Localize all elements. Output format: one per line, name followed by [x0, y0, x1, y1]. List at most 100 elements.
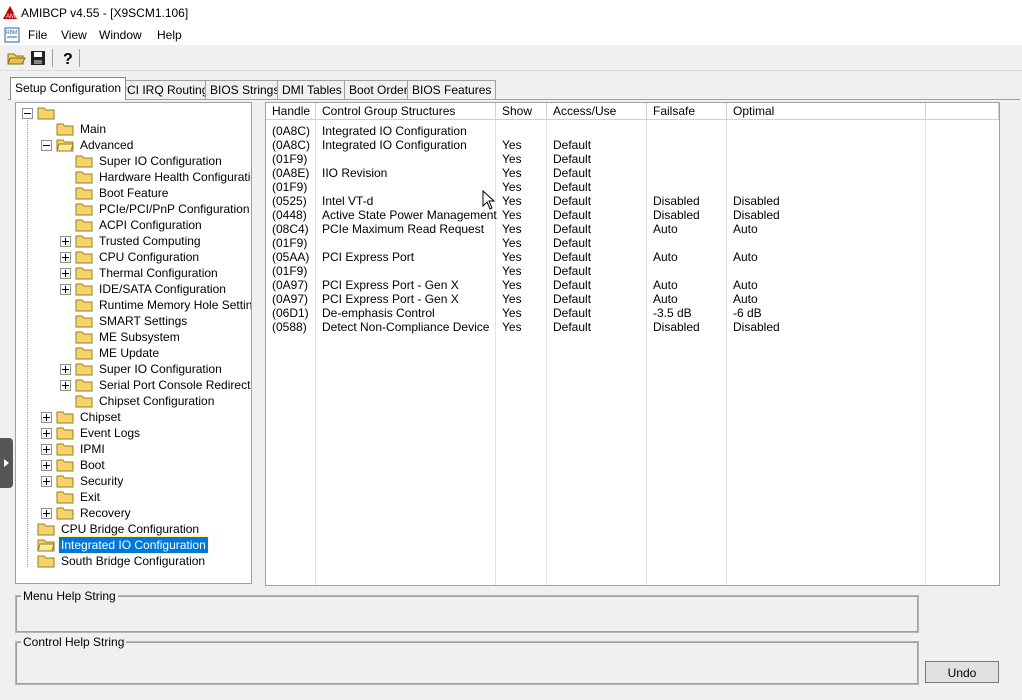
tree-item-event-logs[interactable]: Event Logs	[16, 425, 251, 441]
table-cell[interactable]: (0A97)	[272, 292, 308, 306]
table-cell[interactable]: Disabled	[733, 208, 780, 222]
expand-icon[interactable]	[60, 268, 71, 279]
help-icon[interactable]: ?	[57, 48, 77, 68]
column-header-failsafe[interactable]: Failsafe	[647, 103, 727, 120]
tree-item-recovery[interactable]: Recovery	[16, 505, 251, 521]
table-cell[interactable]: Default	[553, 194, 591, 208]
table-cell[interactable]: PCI Express Port	[322, 250, 414, 264]
table-cell[interactable]: Yes	[502, 222, 522, 236]
expand-icon[interactable]	[41, 460, 52, 471]
tree-item-advanced[interactable]: Advanced	[16, 137, 251, 153]
tree-item-trusted-computing[interactable]: Trusted Computing	[16, 233, 251, 249]
tree-item-security[interactable]: Security	[16, 473, 251, 489]
table-cell[interactable]: Intel VT-d	[322, 194, 373, 208]
table-cell[interactable]: Auto	[733, 278, 758, 292]
table-cell[interactable]: Integrated IO Configuration	[322, 138, 467, 152]
table-cell[interactable]: Auto	[653, 278, 678, 292]
table-cell[interactable]: Default	[553, 138, 591, 152]
table-cell[interactable]: Yes	[502, 180, 522, 194]
menu-window[interactable]: Window	[99, 28, 142, 42]
table-cell[interactable]: Yes	[502, 152, 522, 166]
table-cell[interactable]: (06D1)	[272, 306, 309, 320]
tree-item-cpu-bridge-configuration[interactable]: CPU Bridge Configuration	[16, 521, 251, 537]
table-cell[interactable]: Default	[553, 292, 591, 306]
menu-view[interactable]: View	[61, 28, 87, 42]
expand-icon[interactable]	[60, 236, 71, 247]
table-cell[interactable]: (08C4)	[272, 222, 309, 236]
table-cell[interactable]: Disabled	[733, 194, 780, 208]
table-cell[interactable]: Default	[553, 208, 591, 222]
tree-item-serial-port-console-redirection[interactable]: Serial Port Console Redirection	[16, 377, 251, 393]
table-cell[interactable]: (0A8E)	[272, 166, 309, 180]
tree-item-smart-settings[interactable]: SMART Settings	[16, 313, 251, 329]
tree-item-main[interactable]: Main	[16, 121, 251, 137]
tree-item-pcie-pci-pnp-configuration[interactable]: PCIe/PCI/PnP Configuration	[16, 201, 251, 217]
table-cell[interactable]: (0588)	[272, 320, 307, 334]
tree-item-thermal-configuration[interactable]: Thermal Configuration	[16, 265, 251, 281]
table-cell[interactable]: Disabled	[653, 320, 700, 334]
table-cell[interactable]: Default	[553, 180, 591, 194]
column-header-show[interactable]: Show	[496, 103, 547, 120]
table-cell[interactable]: Yes	[502, 208, 522, 222]
tab-pci-irq-routing[interactable]: PCI IRQ Routing	[114, 80, 214, 99]
table-cell[interactable]: (0A97)	[272, 278, 308, 292]
table-cell[interactable]: Default	[553, 236, 591, 250]
table-cell[interactable]: (01F9)	[272, 236, 307, 250]
table-cell[interactable]: Yes	[502, 166, 522, 180]
tree-item-south-bridge-configuration[interactable]: South Bridge Configuration	[16, 553, 251, 569]
tree-item-ide-sata-configuration[interactable]: IDE/SATA Configuration	[16, 281, 251, 297]
table-cell[interactable]: Default	[553, 264, 591, 278]
undo-button[interactable]: Undo	[925, 661, 999, 683]
tab-bios-strings[interactable]: BIOS Strings	[205, 80, 285, 99]
tree-item-chipset[interactable]: Chipset	[16, 409, 251, 425]
tree-item-super-io-configuration[interactable]: Super IO Configuration	[16, 361, 251, 377]
tree-item-acpi-configuration[interactable]: ACPI Configuration	[16, 217, 251, 233]
table-cell[interactable]: (0A8C)	[272, 138, 310, 152]
table-cell[interactable]: Yes	[502, 292, 522, 306]
table-cell[interactable]: Disabled	[653, 208, 700, 222]
save-icon[interactable]	[28, 48, 48, 68]
table-cell[interactable]: (0A8C)	[272, 124, 310, 138]
table-cell[interactable]: Default	[553, 278, 591, 292]
tree-item-integrated-io-configuration[interactable]: Integrated IO Configuration	[16, 536, 251, 554]
table-cell[interactable]: Default	[553, 320, 591, 334]
tree-item-root[interactable]	[16, 105, 251, 121]
document-icon[interactable]: RBM	[4, 27, 20, 43]
expand-icon[interactable]	[41, 508, 52, 519]
table-cell[interactable]: Yes	[502, 236, 522, 250]
table-cell[interactable]: Auto	[733, 222, 758, 236]
table-cell[interactable]: Disabled	[733, 320, 780, 334]
tab-bios-features[interactable]: BIOS Features	[407, 80, 497, 99]
expand-icon[interactable]	[41, 428, 52, 439]
tree-item-me-subsystem[interactable]: ME Subsystem	[16, 329, 251, 345]
expand-icon[interactable]	[41, 444, 52, 455]
table-cell[interactable]: Yes	[502, 278, 522, 292]
table-cell[interactable]: Auto	[653, 292, 678, 306]
collapse-icon[interactable]	[22, 108, 33, 119]
table-cell[interactable]: Active State Power Management	[322, 208, 497, 222]
tree-item-exit[interactable]: Exit	[16, 489, 251, 505]
table-cell[interactable]: Detect Non-Compliance Device	[322, 320, 489, 334]
tree-item-me-update[interactable]: ME Update	[16, 345, 251, 361]
tree-item-super-io-configuration[interactable]: Super IO Configuration	[16, 153, 251, 169]
tab-boot-order[interactable]: Boot Order	[344, 80, 413, 99]
column-header-handle[interactable]: Handle	[266, 103, 316, 120]
tree-item-ipmi[interactable]: IPMI	[16, 441, 251, 457]
tree-item-chipset-configuration[interactable]: Chipset Configuration	[16, 393, 251, 409]
table-cell[interactable]: Default	[553, 250, 591, 264]
table-cell[interactable]: Default	[553, 222, 591, 236]
tab-setup-configuration[interactable]: Setup Configuration	[10, 77, 127, 100]
table-cell[interactable]: Yes	[502, 138, 522, 152]
tree-item-cpu-configuration[interactable]: CPU Configuration	[16, 249, 251, 265]
table-cell[interactable]: PCI Express Port - Gen X	[322, 292, 459, 306]
expand-icon[interactable]	[41, 412, 52, 423]
collapse-icon[interactable]	[41, 140, 52, 151]
table-cell[interactable]: Yes	[502, 320, 522, 334]
expand-icon[interactable]	[41, 476, 52, 487]
tree-item-runtime-memory-hole-setting[interactable]: Runtime Memory Hole Setting	[16, 297, 251, 313]
expand-icon[interactable]	[60, 380, 71, 391]
tree-item-boot[interactable]: Boot	[16, 457, 251, 473]
table-cell[interactable]: (01F9)	[272, 180, 307, 194]
control-table[interactable]: Handle Control Group Structures Show Access…	[265, 102, 1000, 586]
table-cell[interactable]: Auto	[653, 250, 678, 264]
